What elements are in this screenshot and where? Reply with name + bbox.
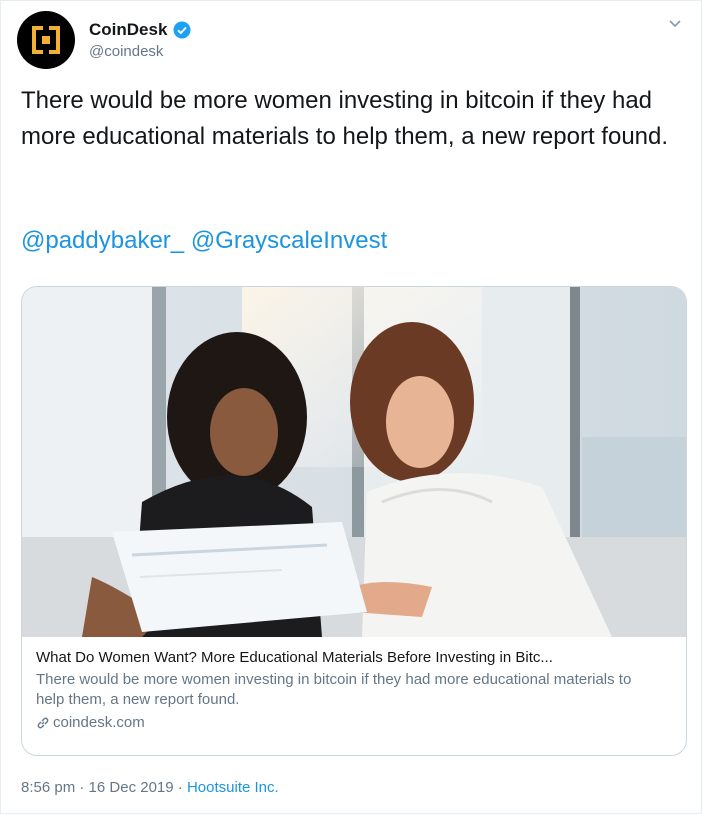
article-photo[interactable]: [22, 287, 686, 637]
tweet-header: CoinDesk @coindesk: [17, 11, 191, 69]
card-body: What Do Women Want? More Educational Mat…: [22, 637, 686, 731]
coindesk-logo-icon: [32, 26, 60, 54]
meta-separator: ·: [79, 779, 85, 796]
link-icon: [36, 716, 50, 730]
chevron-down-icon[interactable]: [667, 15, 683, 36]
tweet-mentions: @paddybaker_ @GrayscaleInvest: [21, 223, 387, 259]
tweet-text: There would be more women investing in b…: [21, 87, 669, 150]
card-domain[interactable]: coindesk.com: [36, 714, 672, 731]
author-handle[interactable]: @coindesk: [89, 43, 191, 60]
tweet-date[interactable]: 16 Dec 2019: [89, 779, 174, 796]
link-card[interactable]: What Do Women Want? More Educational Mat…: [21, 286, 687, 756]
card-title[interactable]: What Do Women Want? More Educational Mat…: [36, 649, 672, 666]
author-names: CoinDesk @coindesk: [89, 20, 191, 60]
tweet-time[interactable]: 8:56 pm: [21, 779, 75, 796]
card-domain-text[interactable]: coindesk.com: [53, 714, 145, 731]
tweet-meta: 8:56 pm · 16 Dec 2019 · Hootsuite Inc.: [21, 779, 279, 796]
tweet: CoinDesk @coindesk There would be more w…: [0, 0, 702, 814]
author-name-row[interactable]: CoinDesk: [89, 20, 191, 40]
display-name[interactable]: CoinDesk: [89, 20, 167, 40]
mention-link[interactable]: @paddybaker_: [21, 227, 184, 254]
verified-badge-icon: [173, 21, 191, 39]
card-description: There would be more women investing in b…: [36, 671, 632, 708]
mention-link[interactable]: @GrayscaleInvest: [191, 227, 387, 254]
tweet-source[interactable]: Hootsuite Inc.: [187, 779, 279, 796]
meta-separator: ·: [177, 779, 183, 796]
avatar[interactable]: [17, 11, 75, 69]
